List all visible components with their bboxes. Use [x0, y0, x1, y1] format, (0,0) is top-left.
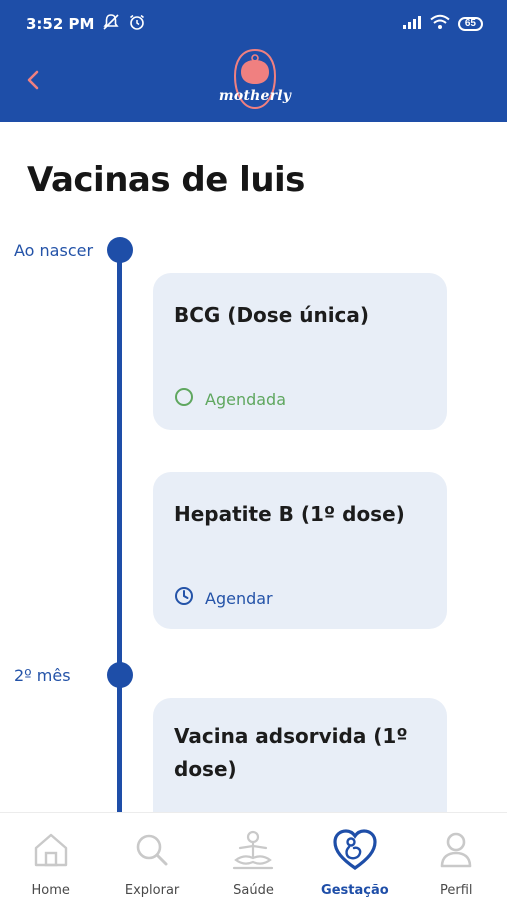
nav-label: Saúde	[233, 883, 274, 898]
timeline-line	[117, 250, 122, 820]
timeline-dot	[107, 237, 133, 263]
nav-item-profile[interactable]: Perfil	[406, 813, 506, 900]
pregnancy-icon	[332, 827, 378, 873]
wifi-icon	[430, 14, 450, 35]
nav-label: Gestação	[321, 883, 389, 898]
status-right: 65	[402, 14, 483, 35]
meditation-icon	[230, 827, 276, 873]
timeline-label-2nd-month: 2º mês	[14, 666, 71, 685]
app-logo: motherly	[213, 48, 297, 118]
vaccine-status: Agendada	[174, 387, 286, 411]
nav-label: Home	[31, 883, 70, 898]
alarm-icon	[128, 13, 146, 35]
vaccine-card[interactable]: Hepatite B (1º dose) Agendar	[153, 472, 447, 629]
vaccine-name: Hepatite B (1º dose)	[174, 502, 405, 526]
chevron-left-icon	[26, 69, 40, 96]
nav-label: Explorar	[124, 883, 180, 898]
timeline-label-birth: Ao nascer	[14, 241, 94, 260]
vaccine-status-label: Agendada	[205, 389, 287, 409]
battery-indicator: 65	[457, 17, 483, 31]
vaccine-card[interactable]: BCG (Dose única) Agendada	[153, 273, 447, 430]
vaccine-name: BCG (Dose única)	[174, 303, 370, 327]
nav-item-pregnancy[interactable]: Gestação	[305, 813, 405, 900]
page-title: Vacinas de luis	[27, 160, 305, 200]
profile-icon	[437, 827, 475, 873]
clock-icon	[174, 586, 194, 610]
nav-item-explore[interactable]: Explorar	[102, 813, 202, 900]
app-bar: motherly	[0, 48, 507, 122]
signal-icon	[402, 15, 422, 34]
vaccine-name: Vacina adsorvida (1º dose)	[174, 724, 408, 781]
motherly-logo-icon	[233, 48, 277, 110]
nav-label: Perfil	[439, 883, 473, 898]
circle-check-icon	[174, 387, 194, 411]
status-bar: 3:52 PM 65	[0, 0, 507, 48]
status-time: 3:52 PM	[26, 15, 95, 33]
nav-item-home[interactable]: Home	[1, 813, 101, 900]
back-button[interactable]	[18, 62, 48, 102]
vaccine-status-label: Agendar	[205, 588, 273, 608]
search-icon	[133, 827, 171, 873]
timeline-dot	[107, 662, 133, 688]
status-left: 3:52 PM	[26, 13, 146, 35]
bottom-nav: Home Explorar Saúde Gestação Perfil	[0, 812, 507, 900]
nav-item-health[interactable]: Saúde	[203, 813, 303, 900]
home-icon	[32, 827, 70, 873]
logo-text: motherly	[218, 88, 292, 104]
notifications-off-icon	[102, 13, 120, 35]
vaccine-status[interactable]: Agendar	[174, 586, 273, 610]
